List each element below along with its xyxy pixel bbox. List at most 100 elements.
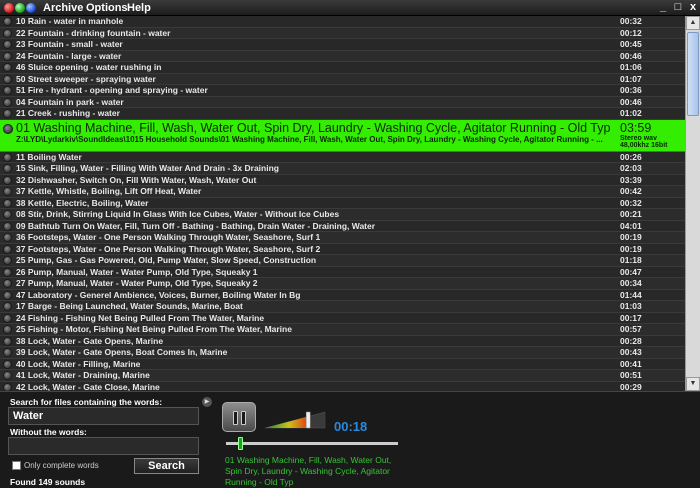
window-close-button[interactable]: x	[687, 1, 699, 14]
maximize-dot-icon[interactable]	[26, 3, 36, 13]
sound-row[interactable]: 08 Stir, Drink, Stirring Liquid In Glass…	[0, 209, 685, 221]
selected-sound-path: Z:\LYD\Lydarkiv\SoundIdeas\1015 Househol…	[16, 134, 603, 144]
sound-status-icon	[3, 267, 12, 277]
now-playing-text: 01 Washing Machine, Fill, Wash, Water Ou…	[225, 455, 392, 487]
sound-row[interactable]: 09 Bathtub Turn On Water, Fill, Turn Off…	[0, 220, 685, 232]
sound-status-icon	[3, 290, 12, 300]
sound-status-icon	[3, 17, 12, 26]
found-count-text: Found 149 sounds	[10, 477, 86, 487]
sound-name: 36 Footsteps, Water - One Person Walking…	[16, 232, 321, 242]
sound-row[interactable]: 04 Fountain in park - water 00:46	[0, 96, 685, 108]
sound-duration: 00:47	[620, 266, 642, 277]
sound-row[interactable]: 47 Laboratory - Generel Ambience, Voices…	[0, 289, 685, 301]
sound-row[interactable]: 42 Lock, Water - Gate Close, Marine 00:29	[0, 381, 685, 391]
sound-row[interactable]: 26 Pump, Manual, Water - Water Pump, Old…	[0, 266, 685, 278]
sound-duration: 00:26	[620, 151, 642, 162]
sound-name: 38 Kettle, Electric, Boiling, Water	[16, 197, 149, 208]
pause-button[interactable]	[222, 402, 256, 432]
without-words-input[interactable]	[8, 437, 199, 455]
progress-handle[interactable]	[237, 437, 243, 450]
sound-status-icon	[3, 187, 12, 196]
expand-options-icon[interactable]: ▶	[202, 397, 212, 407]
sound-name: 04 Fountain in park - water	[16, 96, 124, 107]
scroll-up-arrow-icon[interactable]: ▲	[686, 16, 700, 30]
sound-row[interactable]: 41 Lock, Water - Draining, Marine 00:51	[0, 370, 685, 382]
sound-duration: 00:57	[620, 324, 642, 334]
sound-name: 15 Sink, Filling, Water - Filling With W…	[16, 163, 279, 173]
sound-row[interactable]: 37 Footsteps, Water - One Person Walking…	[0, 243, 685, 255]
sound-row[interactable]: 21 Creek - rushing - water 01:02	[0, 108, 685, 120]
selected-sound-row[interactable]: 01 Washing Machine, Fill, Wash, Water Ou…	[0, 119, 685, 152]
bottom-panel: Search for files containing the words: ▶…	[0, 391, 700, 488]
sound-duration: 00:21	[620, 209, 642, 219]
sound-row[interactable]: 15 Sink, Filling, Water - Filling With W…	[0, 163, 685, 175]
sound-duration: 00:46	[620, 96, 642, 107]
sound-name: 25 Pump, Gas - Gas Powered, Old, Pump Wa…	[16, 255, 317, 265]
sound-row[interactable]: 32 Dishwasher, Switch On, Fill With Wate…	[0, 174, 685, 186]
sound-status-icon	[3, 40, 12, 49]
sound-row[interactable]: 25 Pump, Gas - Gas Powered, Old, Pump Wa…	[0, 255, 685, 267]
sound-status-icon	[3, 279, 12, 288]
sound-row[interactable]: 36 Footsteps, Water - One Person Walking…	[0, 232, 685, 244]
sound-row[interactable]: 24 Fountain - large - water 00:46	[0, 50, 685, 62]
sound-row[interactable]: 27 Pump, Manual, Water - Water Pump, Old…	[0, 278, 685, 290]
sound-duration: 00:43	[620, 347, 642, 357]
sound-row[interactable]: 40 Lock, Water - Filling, Marine 00:41	[0, 358, 685, 370]
menu-help[interactable]: Help	[127, 2, 151, 14]
sound-name: 51 Fire - hydrant - opening and spraying…	[16, 85, 208, 95]
sound-name: 27 Pump, Manual, Water - Water Pump, Old…	[16, 278, 258, 288]
scrollbar-thumb[interactable]	[687, 32, 699, 116]
sound-status-icon	[3, 336, 12, 346]
sound-status-icon	[3, 152, 12, 162]
sound-row[interactable]: 10 Rain - water in manhole 00:32	[0, 16, 685, 28]
sound-row[interactable]: 46 Sluice opening - water rushing in 01:0…	[0, 62, 685, 74]
sound-row[interactable]: 51 Fire - hydrant - opening and spraying…	[0, 85, 685, 97]
sound-duration: 00:45	[620, 39, 642, 49]
menu-archive[interactable]: Archive	[43, 2, 83, 14]
menu-options[interactable]: Options	[86, 2, 128, 14]
sound-duration: 00:46	[620, 50, 642, 61]
sound-duration: 02:03	[620, 163, 642, 173]
sound-row[interactable]: 50 Street sweeper - spraying water 01:07	[0, 73, 685, 85]
search-label: Search for files containing the words:	[10, 397, 163, 407]
sound-row[interactable]: 37 Kettle, Whistle, Boiling, Lift Off He…	[0, 186, 685, 198]
only-complete-words-checkbox[interactable]	[12, 461, 21, 470]
sound-status-icon	[3, 313, 12, 323]
sound-row[interactable]: 38 Lock, Water - Gate Opens, Marine 00:28	[0, 335, 685, 347]
window-maximize-button[interactable]: □	[672, 1, 684, 14]
scroll-down-arrow-icon[interactable]: ▼	[686, 377, 700, 391]
sound-duration: 01:18	[620, 255, 642, 265]
window-minimize-button[interactable]: _	[657, 1, 669, 14]
elapsed-time: 00:18	[334, 419, 368, 434]
sound-status-icon	[3, 302, 12, 311]
sound-row[interactable]: 17 Barge - Being Launched, Water Sounds,…	[0, 301, 685, 313]
sound-name: 25 Fishing - Motor, Fishing Net Being Pu…	[16, 324, 292, 334]
sound-name: 22 Fountain - drinking fountain - water	[16, 27, 171, 38]
search-input[interactable]	[8, 407, 199, 425]
sound-status-icon	[3, 74, 12, 84]
sound-row[interactable]: 22 Fountain - drinking fountain - water 0…	[0, 27, 685, 39]
sound-row[interactable]: 38 Kettle, Electric, Boiling, Water 00:32	[0, 197, 685, 209]
sound-row[interactable]: 39 Lock, Water - Gate Opens, Boat Comes …	[0, 347, 685, 359]
minimize-dot-icon[interactable]	[15, 3, 25, 13]
sound-duration: 00:19	[620, 243, 642, 254]
sound-name: 17 Barge - Being Launched, Water Sounds,…	[16, 301, 243, 311]
sound-name: 26 Pump, Manual, Water - Water Pump, Old…	[16, 266, 258, 277]
sound-row[interactable]: 25 Fishing - Motor, Fishing Net Being Pu…	[0, 324, 685, 336]
list-scrollbar[interactable]: ▲ ▼	[685, 16, 700, 391]
sound-name: 11 Boiling Water	[16, 151, 82, 162]
sound-row[interactable]: 24 Fishing - Fishing Net Being Pulled Fr…	[0, 312, 685, 324]
sound-name: 50 Street sweeper - spraying water	[16, 73, 156, 84]
close-dot-icon[interactable]	[4, 3, 14, 13]
sound-status-icon	[3, 256, 12, 265]
progress-track[interactable]	[226, 442, 398, 445]
volume-slider[interactable]	[263, 410, 327, 430]
sound-list[interactable]: 10 Rain - water in manhole 00:32 22 Founta…	[0, 16, 685, 391]
sound-row[interactable]: 11 Boiling Water 00:26	[0, 151, 685, 163]
sound-duration: 00:41	[620, 358, 642, 369]
sound-row[interactable]: 23 Fountain - small - water 00:45	[0, 39, 685, 51]
search-button[interactable]: Search	[134, 458, 199, 474]
sound-status-icon	[3, 97, 12, 107]
volume-handle[interactable]	[305, 411, 311, 429]
sound-status-icon	[3, 63, 12, 72]
